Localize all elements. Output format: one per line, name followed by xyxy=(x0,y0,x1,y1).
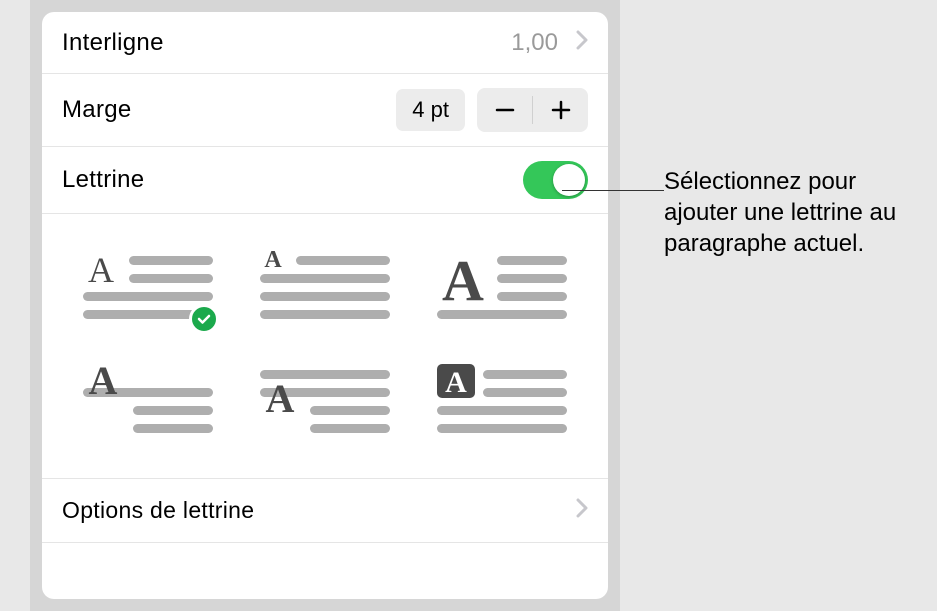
svg-text:A: A xyxy=(88,250,114,290)
row-lettrine: Lettrine xyxy=(42,147,608,214)
row-interligne[interactable]: Interligne 1,00 xyxy=(42,12,608,74)
check-icon xyxy=(189,304,219,334)
interligne-value: 1,00 xyxy=(511,29,558,57)
interligne-right: 1,00 xyxy=(511,29,588,57)
dropcap-style-6[interactable]: A xyxy=(427,364,576,436)
svg-text:A: A xyxy=(266,376,295,421)
chevron-right-icon xyxy=(576,30,588,56)
toggle-knob xyxy=(553,164,585,196)
svg-text:A: A xyxy=(264,250,282,273)
row-marge: Marge 4 pt xyxy=(42,74,608,147)
dropcap-styles-grid: A A xyxy=(42,214,608,479)
stepper-minus-button[interactable] xyxy=(477,88,532,132)
dropcap-style-1[interactable]: A xyxy=(74,250,223,322)
dropcap-style-2[interactable]: A xyxy=(251,250,400,322)
dropcap-style-4[interactable]: A xyxy=(74,364,223,436)
dropcap-style-5[interactable]: A xyxy=(251,364,400,436)
chevron-right-icon xyxy=(576,498,588,524)
svg-text:A: A xyxy=(89,364,118,403)
marge-stepper xyxy=(477,88,588,132)
svg-text:A: A xyxy=(445,366,467,399)
callout-text: Sélectionnez pour ajouter une lettrine a… xyxy=(664,166,924,260)
svg-text:A: A xyxy=(442,250,484,313)
interligne-label: Interligne xyxy=(62,29,164,57)
marge-label: Marge xyxy=(62,96,132,124)
marge-value: 4 pt xyxy=(396,89,465,131)
options-lettrine-label: Options de lettrine xyxy=(62,497,254,524)
dropcap-style-3[interactable]: A xyxy=(427,250,576,322)
row-options-lettrine[interactable]: Options de lettrine xyxy=(42,479,608,543)
lettrine-label: Lettrine xyxy=(62,166,144,194)
lettrine-toggle[interactable] xyxy=(523,161,588,199)
stepper-plus-button[interactable] xyxy=(533,88,588,132)
marge-stepper-group: 4 pt xyxy=(396,88,588,132)
format-panel: Interligne 1,00 Marge 4 pt xyxy=(42,12,608,599)
callout-line xyxy=(562,190,664,191)
